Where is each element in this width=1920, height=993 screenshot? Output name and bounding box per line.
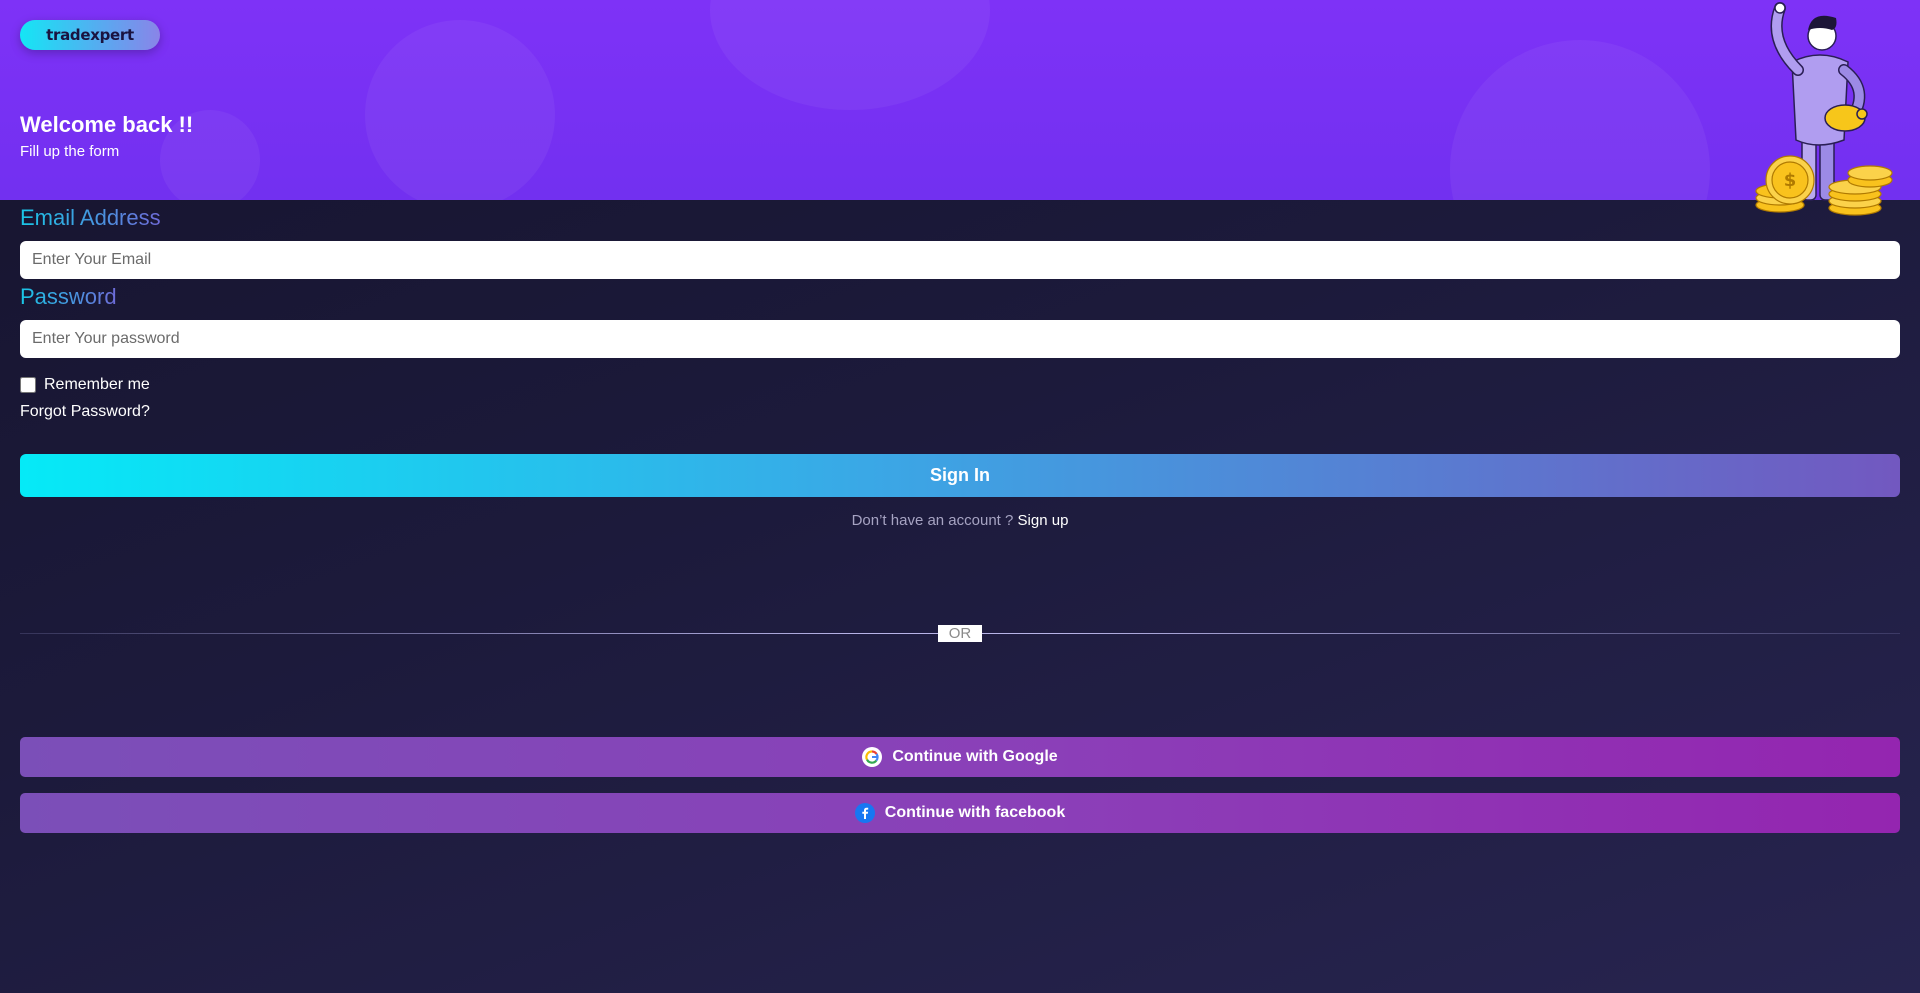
signup-prompt-text: Don’t have an account ? [851, 512, 1014, 529]
forgot-password-link[interactable]: Forgot Password? [20, 403, 150, 421]
sign-up-link[interactable]: Sign up [1018, 512, 1069, 529]
decor-bubble [710, 0, 990, 110]
email-label: Email Address [20, 205, 161, 230]
signup-prompt-row: Don’t have an account ? Sign up [0, 512, 1920, 529]
password-field[interactable] [20, 320, 1900, 358]
remember-me-checkbox[interactable] [20, 377, 36, 393]
decor-bubble [365, 20, 555, 200]
password-label: Password [20, 284, 117, 309]
decor-bubble [1450, 40, 1710, 200]
mascot-illustration-icon: $ [1755, 2, 1893, 216]
facebook-button-label: Continue with facebook [884, 804, 1066, 821]
continue-with-facebook-button[interactable]: Continue with facebook [20, 793, 1900, 833]
sign-in-button[interactable]: Sign In [20, 454, 1900, 497]
remember-me-label: Remember me [44, 376, 150, 393]
page-subtitle: Fill up the form [20, 143, 120, 160]
header-banner: tradexpert Welcome back !! Fill up the f… [0, 0, 1920, 200]
or-divider-label: OR [938, 625, 982, 642]
svg-text:$: $ [1784, 170, 1797, 191]
continue-with-google-button[interactable]: Continue with Google [20, 737, 1900, 777]
google-icon [862, 747, 883, 767]
google-button-label: Continue with Google [892, 748, 1058, 765]
page-title: Welcome back !! [20, 112, 194, 137]
facebook-icon [854, 803, 875, 823]
brand-logo[interactable]: tradexpert [20, 20, 160, 50]
email-field[interactable] [20, 241, 1900, 279]
remember-me-row[interactable]: Remember me [20, 376, 150, 394]
brand-logo-text: tradexpert [46, 26, 134, 44]
